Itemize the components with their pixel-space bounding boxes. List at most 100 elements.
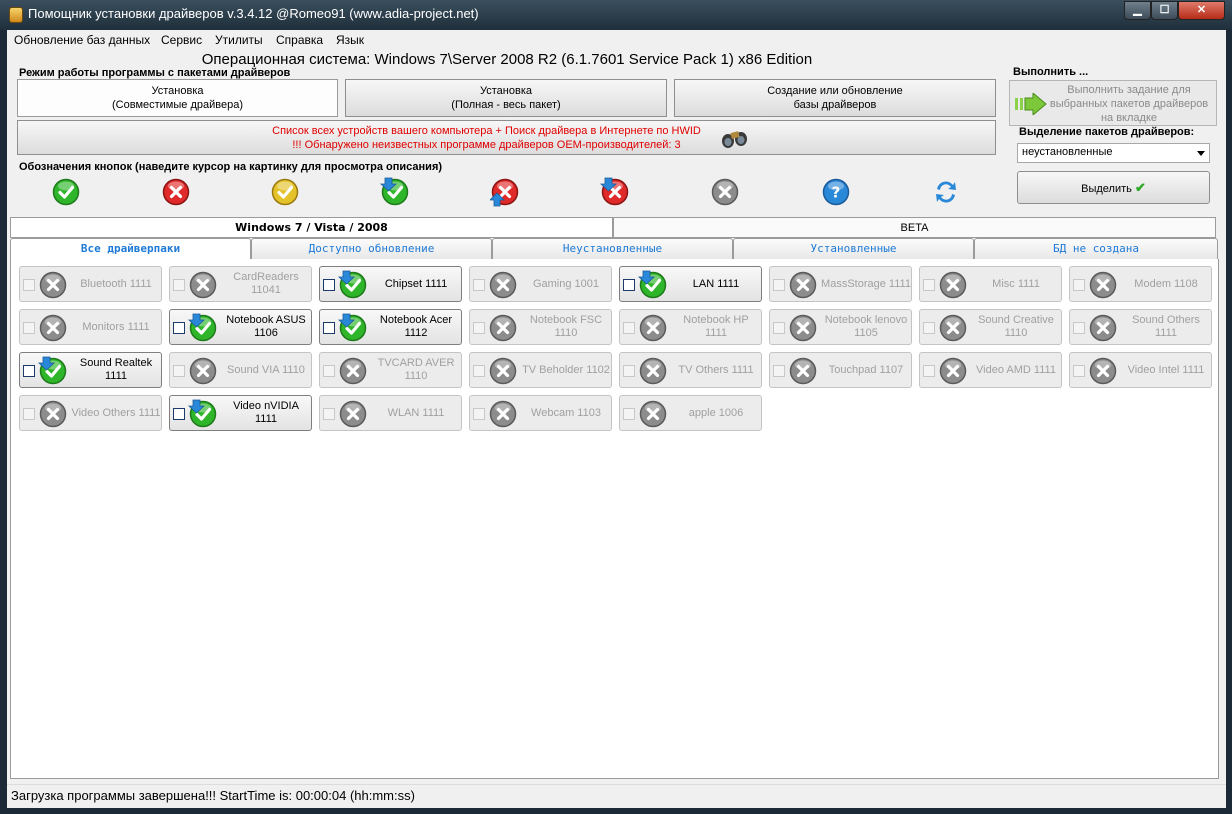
install-full-button[interactable]: Установка (Полная - весь пакет) [345, 79, 667, 117]
driverpack-button[interactable]: Webcam 1103 [469, 395, 612, 431]
driverpack-checkbox[interactable] [623, 365, 635, 377]
green-check-icon[interactable] [51, 177, 81, 207]
driverpack-button[interactable]: Video nVIDIA 1111 [169, 395, 312, 431]
red-x-icon[interactable] [161, 177, 191, 207]
install-compatible-button[interactable]: Установка (Совместимые драйвера) [17, 79, 338, 117]
driverpack-checkbox[interactable] [23, 279, 35, 291]
create-db-button[interactable]: Создание или обновление базы драйверов [674, 79, 996, 117]
driverpack-checkbox[interactable] [923, 322, 935, 334]
select-button[interactable]: Выделить ✔ [1017, 171, 1210, 204]
driverpack-checkbox[interactable] [23, 365, 35, 377]
driverpack-checkbox[interactable] [1073, 279, 1085, 291]
driverpack-checkbox[interactable] [923, 365, 935, 377]
driverpack-checkbox[interactable] [1073, 322, 1085, 334]
maximize-button[interactable]: ☐ [1151, 1, 1178, 20]
svg-text:?: ? [832, 184, 841, 202]
driverpack-checkbox[interactable] [173, 322, 185, 334]
driverpack-checkbox[interactable] [773, 322, 785, 334]
driverpack-checkbox[interactable] [773, 365, 785, 377]
driverpack-button[interactable]: TV Beholder 1102 [469, 352, 612, 388]
driverpack-checkbox[interactable] [473, 408, 485, 420]
driverpack-checkbox[interactable] [23, 322, 35, 334]
driverpack-checkbox[interactable] [323, 365, 335, 377]
driverpack-button[interactable]: Sound Realtek 1111 [19, 352, 162, 388]
driverpack-button[interactable]: Notebook Acer 1112 [319, 309, 462, 345]
gray-x-icon [489, 400, 517, 428]
tab-update-available[interactable]: Доступно обновление [251, 238, 492, 260]
driverpack-checkbox[interactable] [173, 408, 185, 420]
tab-windows7[interactable]: Windows 7 / Vista / 2008 [10, 217, 613, 238]
driverpack-button[interactable]: apple 1006 [619, 395, 762, 431]
install-compatible-line2: (Совместимые драйвера) [112, 99, 243, 111]
driverpack-button[interactable]: Video Intel 1111 [1069, 352, 1212, 388]
download-green-check-icon[interactable] [380, 177, 410, 207]
driverpack-button[interactable]: Sound Others 1111 [1069, 309, 1212, 345]
hwid-search-button[interactable]: Список всех устройств вашего компьютера … [17, 120, 996, 155]
download-red-x-icon[interactable] [600, 177, 630, 207]
gray-x-icon[interactable] [710, 177, 740, 207]
selection-combo[interactable]: неустановленные [1017, 143, 1210, 163]
tab-db-not-created[interactable]: БД не создана [974, 238, 1218, 260]
run-task-button[interactable]: Выполнить задание для выбранных пакетов … [1009, 80, 1217, 126]
driverpack-checkbox[interactable] [623, 322, 635, 334]
driverpack-button[interactable]: Chipset 1111 [319, 266, 462, 302]
update-red-x-icon[interactable] [490, 177, 520, 207]
driverpack-checkbox[interactable] [623, 408, 635, 420]
driverpack-button[interactable]: Monitors 1111 [19, 309, 162, 345]
selection-combo-value: неустановленные [1022, 146, 1113, 158]
driverpack-checkbox[interactable] [23, 408, 35, 420]
driverpack-checkbox[interactable] [173, 365, 185, 377]
gray-x-icon [189, 357, 217, 385]
driverpack-label: Video nVIDIA 1111 [233, 400, 299, 425]
title-bar[interactable]: Помощник установки драйверов v.3.4.12 @R… [0, 0, 1232, 30]
menu-update-db[interactable]: Обновление баз данных [14, 33, 150, 47]
driverpack-checkbox[interactable] [473, 279, 485, 291]
close-button[interactable]: ✕ [1178, 1, 1225, 20]
driverpack-button[interactable]: Bluetooth 1111 [19, 266, 162, 302]
driverpack-checkbox[interactable] [1073, 365, 1085, 377]
tab-beta[interactable]: BETA [613, 217, 1216, 238]
driverpack-button[interactable]: Touchpad 1107 [769, 352, 912, 388]
help-icon[interactable]: ? [821, 177, 851, 207]
driverpack-button[interactable]: Notebook HP 1111 [619, 309, 762, 345]
run-title: Выполнить ... [1013, 66, 1089, 78]
menu-language[interactable]: Язык [336, 33, 364, 47]
driverpack-checkbox[interactable] [323, 408, 335, 420]
driverpack-checkbox[interactable] [923, 279, 935, 291]
driverpack-button[interactable]: LAN 1111 [619, 266, 762, 302]
driverpack-button[interactable]: Video AMD 1111 [919, 352, 1062, 388]
tab-not-installed[interactable]: Неустановленные [492, 238, 733, 260]
driverpack-checkbox[interactable] [473, 322, 485, 334]
driverpack-checkbox[interactable] [173, 279, 185, 291]
driverpack-button[interactable]: CardReaders 11041 [169, 266, 312, 302]
driverpack-button[interactable]: Modem 1108 [1069, 266, 1212, 302]
chevron-down-icon[interactable] [1197, 151, 1205, 156]
driverpack-checkbox[interactable] [773, 279, 785, 291]
tab-all-packs[interactable]: Все драйверпаки [10, 238, 251, 260]
driverpack-checkbox[interactable] [473, 365, 485, 377]
refresh-icon[interactable] [931, 177, 961, 207]
driverpack-button[interactable]: Sound Creative 1110 [919, 309, 1062, 345]
driverpack-button[interactable]: MassStorage 1111 [769, 266, 912, 302]
driverpack-button[interactable]: WLAN 1111 [319, 395, 462, 431]
menu-utilities[interactable]: Утилиты [215, 33, 263, 47]
driverpack-checkbox[interactable] [623, 279, 635, 291]
gray-x-icon [639, 314, 667, 342]
driverpack-button[interactable]: TVCARD AVER 1110 [319, 352, 462, 388]
driverpack-button[interactable]: TV Others 1111 [619, 352, 762, 388]
menu-service[interactable]: Сервис [161, 33, 202, 47]
yellow-check-icon[interactable] [270, 177, 300, 207]
driverpack-button[interactable]: Notebook ASUS 1106 [169, 309, 312, 345]
driverpack-button[interactable]: Sound VIA 1110 [169, 352, 312, 388]
tab-installed[interactable]: Установленные [733, 238, 974, 260]
driverpack-checkbox[interactable] [323, 322, 335, 334]
driverpack-button[interactable]: Notebook lenovo 1105 [769, 309, 912, 345]
driverpack-button[interactable]: Notebook FSC 1110 [469, 309, 612, 345]
minimize-button[interactable]: ▁ [1124, 1, 1151, 20]
driverpack-checkbox[interactable] [323, 279, 335, 291]
driverpack-button[interactable]: Gaming 1001 [469, 266, 612, 302]
driverpack-button[interactable]: Video Others 1111 [19, 395, 162, 431]
menu-help[interactable]: Справка [276, 33, 323, 47]
driverpack-button[interactable]: Misc 1111 [919, 266, 1062, 302]
install-compatible-line1: Установка [151, 85, 204, 97]
